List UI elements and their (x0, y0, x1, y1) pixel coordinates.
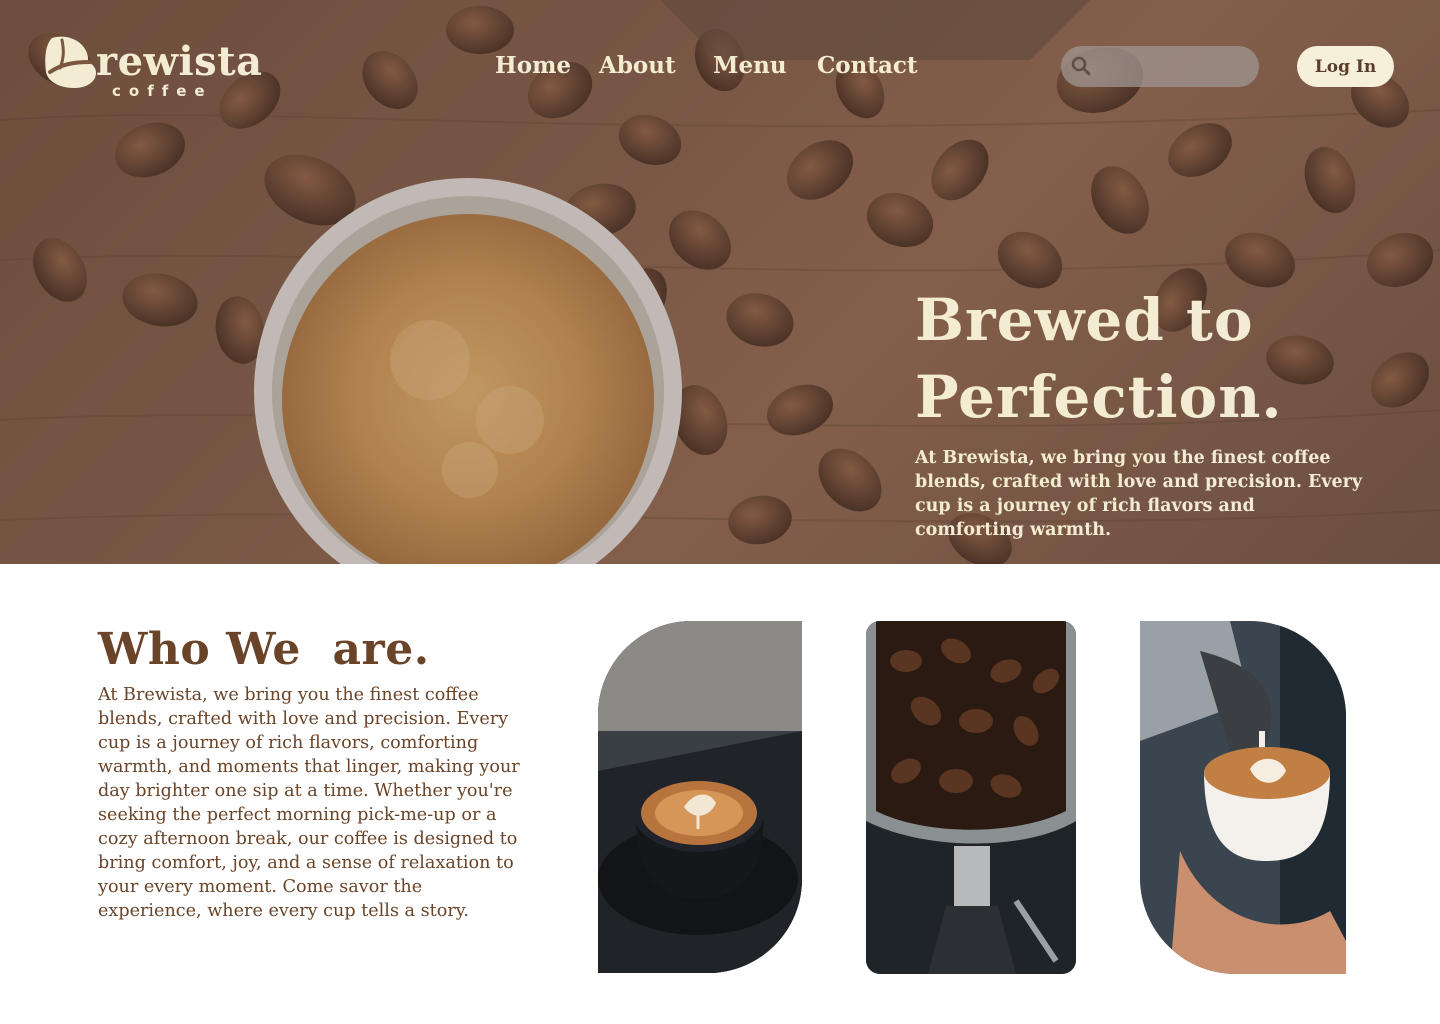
hero-title-line-2: Perfection. (915, 363, 1283, 431)
brand-subtitle: coffee (112, 82, 213, 100)
hero-title-line-1: Brewed to (915, 286, 1254, 354)
gallery-photo-coffee-beans (866, 621, 1076, 974)
coffee-bean-B-icon (45, 36, 97, 88)
search-icon (1071, 56, 1091, 76)
search-box[interactable] (1061, 46, 1259, 87)
gallery-photo-pouring-latte (1140, 621, 1346, 974)
nav-home[interactable]: Home (495, 52, 571, 79)
brand-logo[interactable]: rewista coffee (44, 30, 284, 102)
nav-menu[interactable]: Menu (713, 52, 787, 79)
about-description: At Brewista, we bring you the finest cof… (98, 685, 520, 921)
nav-contact[interactable]: Contact (817, 52, 918, 79)
hero-title: Brewed to Perfection. (915, 282, 1283, 436)
nav-about[interactable]: About (599, 52, 676, 79)
login-button[interactable]: Log In (1297, 46, 1394, 87)
hero-section: rewista coffee Home About Menu Contact L… (0, 0, 1440, 564)
hero-description: At Brewista, we bring you the finest cof… (915, 448, 1363, 540)
brand-name: rewista (96, 38, 263, 85)
gallery-photo-latte-art (598, 621, 802, 973)
about-title: Who We are. (98, 624, 430, 675)
search-input[interactable] (1095, 52, 1245, 80)
